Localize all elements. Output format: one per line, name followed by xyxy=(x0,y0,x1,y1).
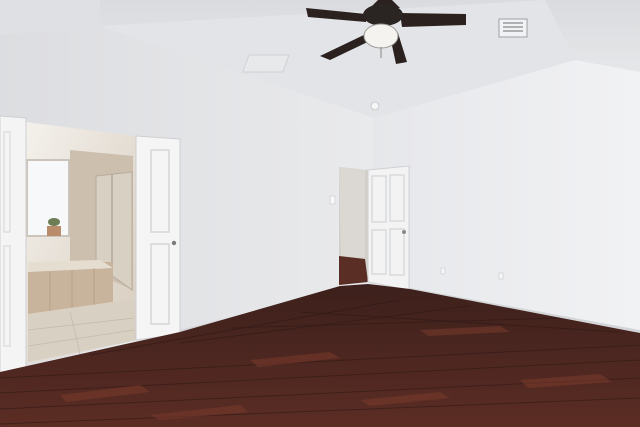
bathroom-door[interactable] xyxy=(135,135,181,341)
door-knob-icon[interactable] xyxy=(171,240,177,246)
potted-plant-icon xyxy=(47,218,61,236)
empty-bedroom-photo xyxy=(0,0,640,427)
attic-access-panel xyxy=(242,54,290,73)
hallway-door[interactable] xyxy=(367,165,410,291)
door-knob-icon[interactable] xyxy=(402,230,406,234)
smoke-detector-icon xyxy=(370,101,380,111)
light-switch[interactable] xyxy=(329,195,336,205)
wall-outlet xyxy=(440,267,446,275)
wall-outlet xyxy=(498,272,504,280)
bathroom-window xyxy=(26,159,70,237)
closet-door-left[interactable] xyxy=(0,115,27,375)
air-vent-icon xyxy=(498,18,528,38)
bathroom-doorway[interactable] xyxy=(26,122,136,364)
hallway-doorway[interactable] xyxy=(339,167,368,285)
